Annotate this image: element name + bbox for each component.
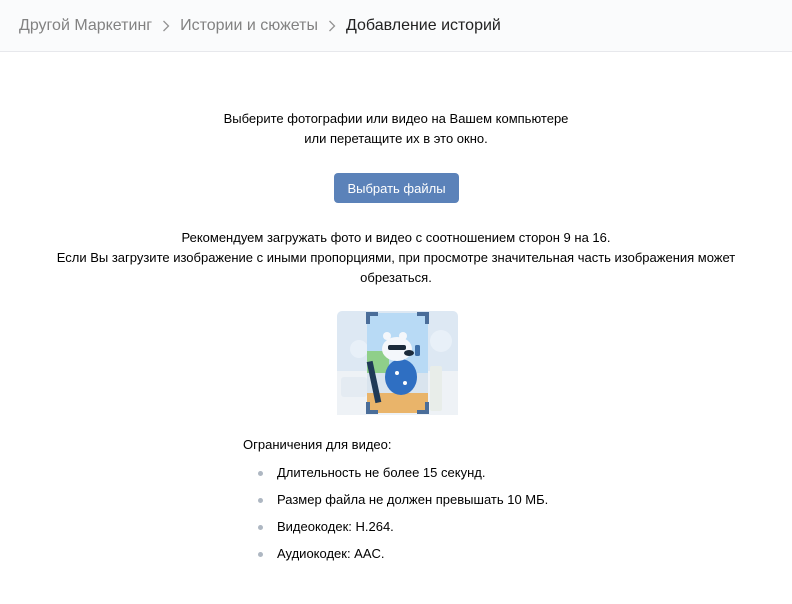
- breadcrumb-item-current: Добавление историй: [345, 16, 501, 34]
- chevron-right-icon: [152, 16, 180, 36]
- recommendation-line: обрезаться.: [360, 270, 432, 285]
- limit-text: Аудиокодек: AAC.: [277, 546, 385, 561]
- instruction-line: Выберите фотографии или видео на Вашем к…: [223, 111, 569, 126]
- list-item: Размер файла не должен превышать 10 МБ.: [243, 490, 548, 517]
- recommendation-line: Если Вы загрузите изображение с иными пр…: [56, 250, 736, 265]
- video-limits: Ограничения для видео: Длительность не б…: [243, 433, 548, 571]
- limit-text: Видеокодек: H.264.: [277, 519, 394, 534]
- breadcrumb-item-stories[interactable]: Истории и сюжеты: [180, 17, 318, 35]
- story-crop-illustration: [337, 311, 458, 415]
- limit-text: Размер файла не должен превышать 10 МБ.: [277, 492, 549, 507]
- upload-instructions: Выберите фотографии или видео на Вашем к…: [0, 109, 792, 149]
- bullet-icon: [258, 498, 263, 503]
- video-limits-title: Ограничения для видео:: [243, 437, 392, 452]
- list-item: Аудиокодек: AAC.: [243, 544, 548, 571]
- breadcrumb: Другой Маркетинг Истории и сюжеты Добавл…: [0, 0, 792, 52]
- bullet-icon: [258, 552, 263, 557]
- instruction-line: или перетащите их в это окно.: [304, 131, 488, 146]
- bullet-icon: [258, 525, 263, 530]
- page: Другой Маркетинг Истории и сюжеты Добавл…: [0, 0, 792, 604]
- chevron-right-icon: [318, 16, 346, 36]
- aspect-ratio-recommendation: Рекомендуем загружать фото и видео с соо…: [0, 228, 792, 288]
- list-item: Видеокодек: H.264.: [243, 517, 548, 544]
- breadcrumb-item-community[interactable]: Другой Маркетинг: [19, 17, 152, 35]
- limit-text: Длительность не более 15 секунд.: [277, 465, 486, 480]
- video-limits-list: Длительность не более 15 секунд. Размер …: [243, 463, 548, 571]
- select-files-button[interactable]: Выбрать файлы: [334, 173, 459, 203]
- recommendation-line: Рекомендуем загружать фото и видео с соо…: [181, 230, 611, 245]
- list-item: Длительность не более 15 секунд.: [243, 463, 548, 490]
- bullet-icon: [258, 471, 263, 476]
